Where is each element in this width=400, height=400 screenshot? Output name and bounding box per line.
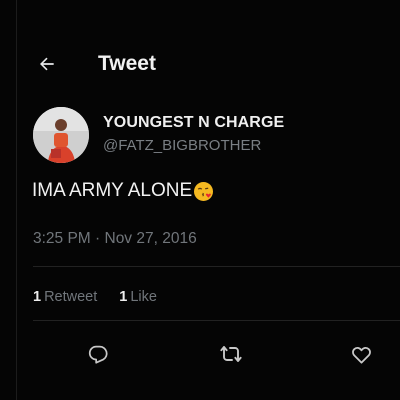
user-handle[interactable]: @FATZ_BIGBROTHER	[103, 137, 261, 154]
avatar[interactable]	[33, 107, 89, 163]
tweet-actions	[0, 341, 400, 367]
likes-label: Like	[130, 289, 157, 305]
heart-icon	[351, 346, 371, 364]
retweets-stat[interactable]: 1 Retweet	[33, 289, 97, 305]
tweet-body: IMA ARMY ALONE	[32, 180, 214, 202]
retweet-icon	[220, 346, 242, 362]
back-button[interactable]	[36, 53, 58, 75]
tweet-text: IMA ARMY ALONE	[32, 180, 193, 201]
reply-icon	[88, 345, 108, 364]
retweets-count: 1	[33, 289, 42, 305]
like-button[interactable]	[348, 341, 374, 367]
page-header: Tweet	[36, 50, 156, 78]
page-title: Tweet	[98, 52, 156, 75]
avatar-image	[33, 107, 89, 163]
likes-count: 1	[119, 289, 128, 305]
retweets-label: Retweet	[44, 289, 98, 305]
divider	[33, 266, 400, 267]
divider	[33, 320, 400, 321]
retweet-button[interactable]	[218, 341, 244, 367]
display-name[interactable]: YOUNGEST N CHARGE	[103, 114, 284, 132]
likes-stat[interactable]: 1 Like	[119, 289, 157, 305]
tweet-timestamp[interactable]: 3:25 PM · Nov 27, 2016	[33, 230, 197, 248]
arrow-left-icon	[40, 57, 54, 71]
face-blowing-kiss-icon	[193, 181, 214, 202]
tweet-stats: 1 Retweet 1 Like	[33, 289, 157, 305]
reply-button[interactable]	[85, 341, 111, 367]
